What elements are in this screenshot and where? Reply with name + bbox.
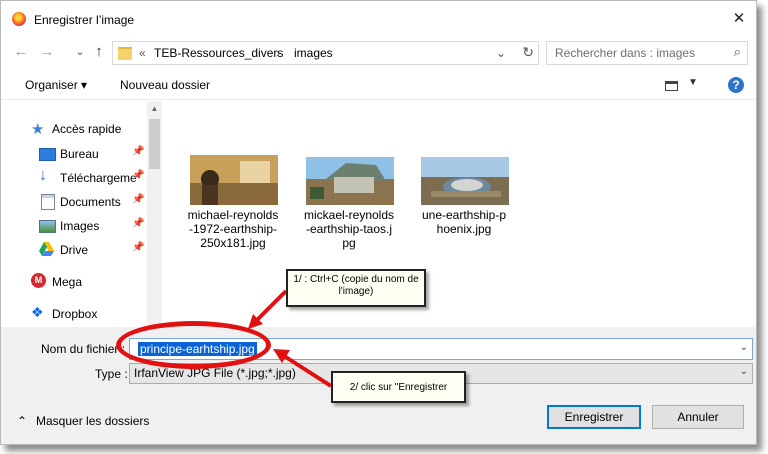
filename-highlight-ellipse bbox=[116, 321, 271, 369]
callout-step-2: 2/ clic sur "Enregistrer bbox=[331, 371, 466, 403]
callout-step-1: 1/ : Ctrl+C (copie du nom de l'image) bbox=[286, 269, 426, 307]
save-image-dialog: Enregistrer l’image ✕ ← → ⌄ ↑ « TEB-Ress… bbox=[0, 0, 757, 445]
